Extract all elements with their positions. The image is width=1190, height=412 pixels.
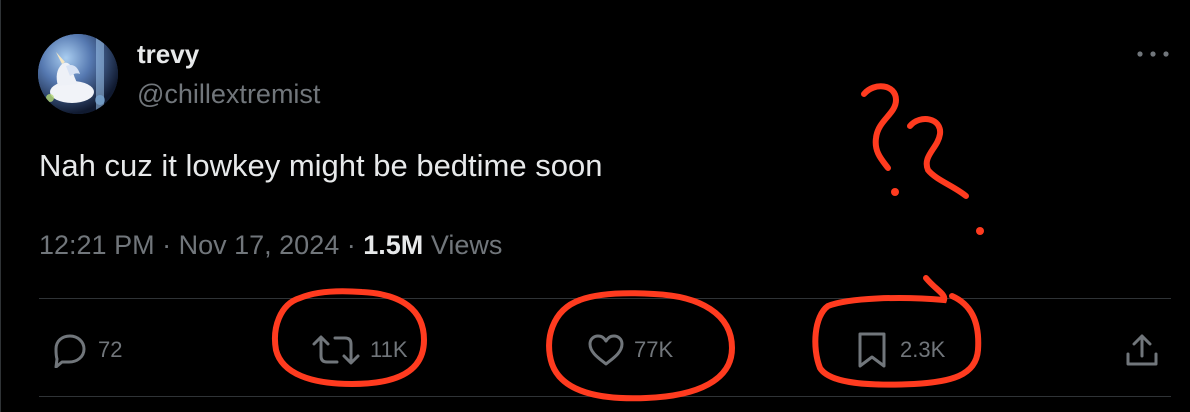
like-count: 77K [634,337,674,362]
left-border [0,0,1,412]
views-label: Views [430,230,503,260]
retweet-count: 11K [370,337,408,362]
question-dot-1 [891,188,899,196]
like-button[interactable]: 77K [586,328,673,372]
bookmark-button[interactable]: 2.3K [852,328,945,372]
reply-icon [54,334,86,368]
views-count: 1.5M [363,230,424,260]
meta-separator: · [346,230,356,260]
share-button[interactable] [1122,328,1162,372]
share-icon [1126,334,1158,366]
divider-bottom [39,396,1171,397]
tweet-text: Nah cuz it lowkey might be bedtime soon [39,148,603,183]
tweet-date[interactable]: Nov 17, 2024 [179,230,340,260]
reply-count: 72 [98,337,123,362]
question-mark-2 [907,116,969,199]
question-mark-1 [861,83,899,171]
handle[interactable]: @chillextremist [137,78,320,110]
question-dot-2 [976,227,984,235]
meta-separator: · [162,230,172,260]
like-icon [588,334,624,366]
retweet-icon [312,335,360,365]
bookmark-count: 2.3K [900,337,946,362]
retweet-button[interactable]: 11K [310,328,408,372]
more-icon[interactable] [1136,44,1170,64]
tweet-meta: 12:21 PM · Nov 17, 2024 · 1.5M Views [39,228,502,262]
tweet-time[interactable]: 12:21 PM [39,230,155,260]
bookmark-icon [858,332,886,368]
unicorn-avatar-image [38,34,118,114]
display-name[interactable]: trevy [137,38,199,70]
reply-button[interactable]: 72 [48,328,122,372]
avatar[interactable] [38,34,118,114]
divider-top [39,298,1171,299]
